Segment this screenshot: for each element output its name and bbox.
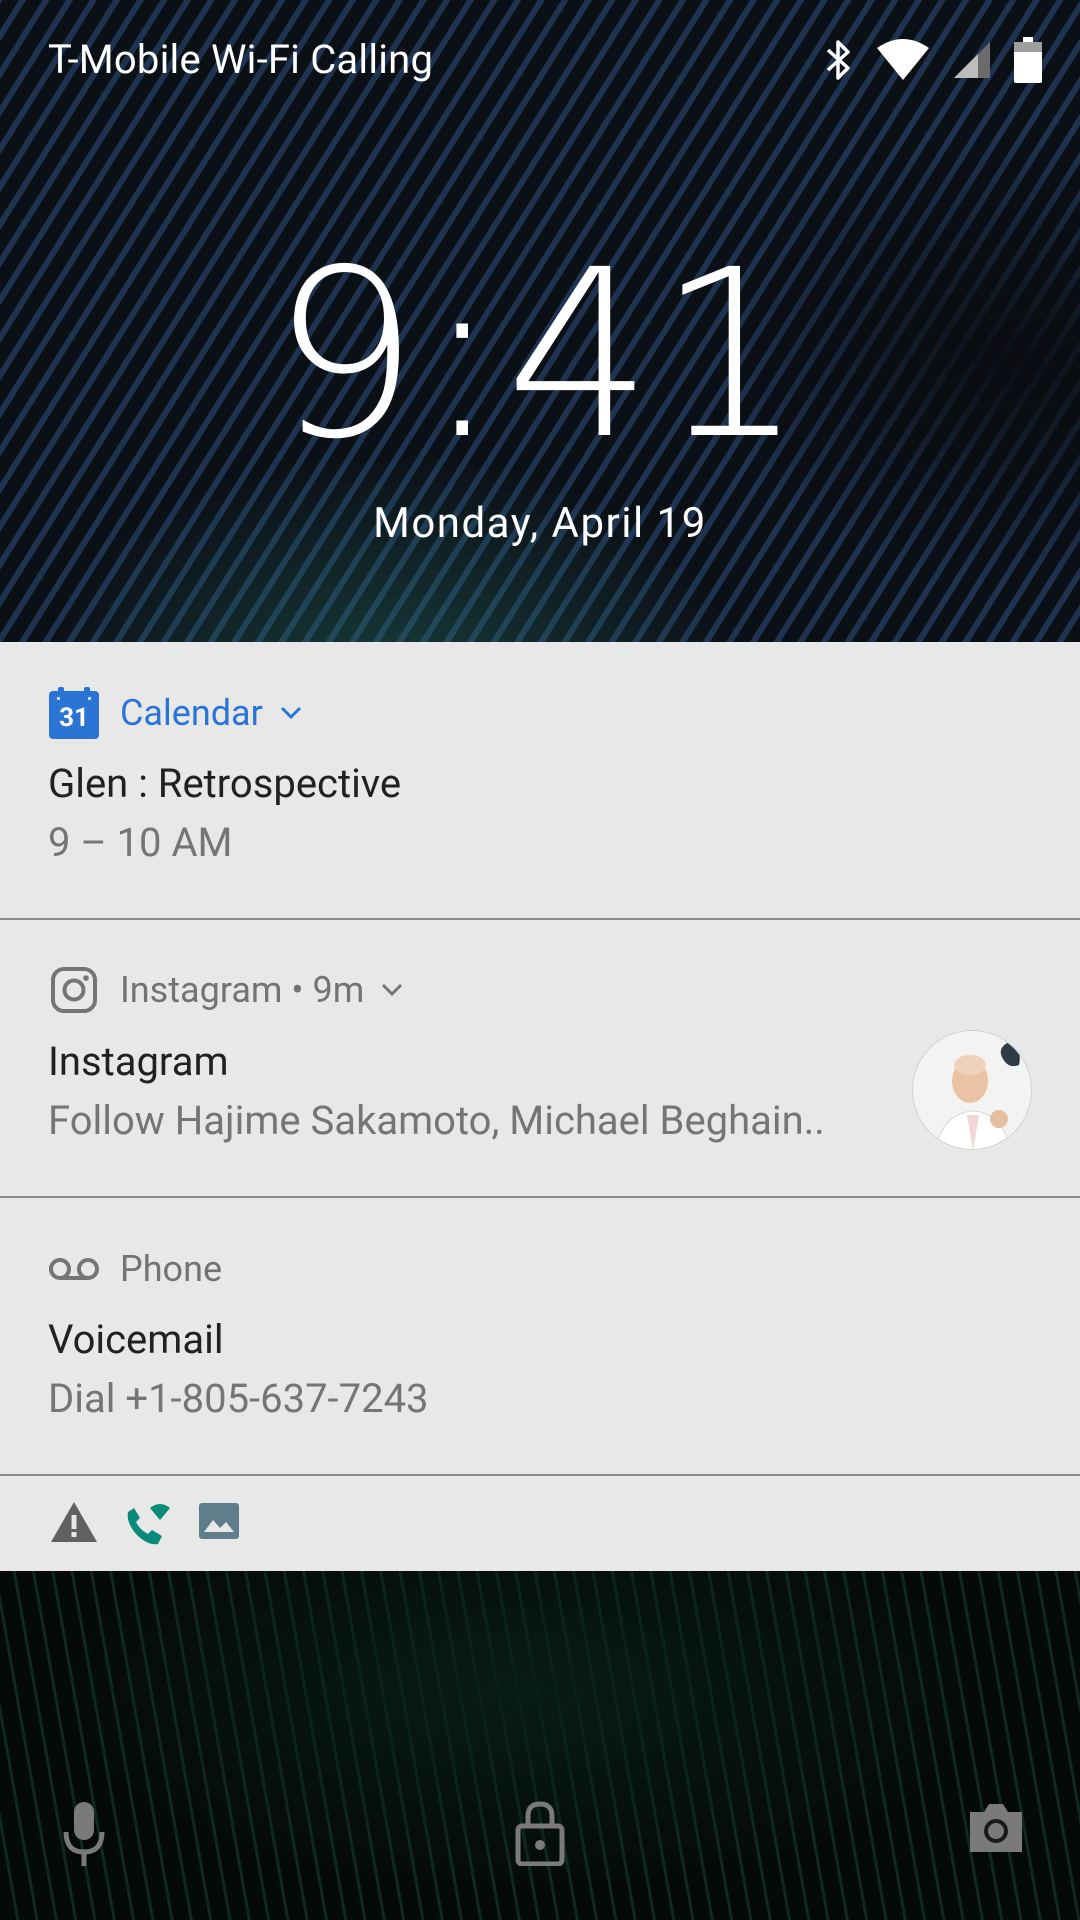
chevron-down-icon[interactable] [380, 982, 404, 998]
notification-time: • 9m [282, 969, 365, 1011]
warning-icon [51, 1502, 97, 1542]
notification-overflow-row[interactable] [0, 1476, 1080, 1571]
image-icon [199, 1503, 239, 1539]
notification-text: Follow Hajime Sakamoto, Michael Beghain.… [48, 1097, 825, 1144]
notification-header: Phone [48, 1242, 222, 1296]
notification-app-name: Phone [120, 1248, 223, 1290]
battery-icon [1014, 37, 1042, 83]
wifi-call-icon [127, 1504, 170, 1545]
calendar-icon: 31 [48, 687, 100, 739]
notification-header: Instagram • 9m [48, 963, 404, 1017]
chevron-down-icon[interactable] [279, 705, 303, 721]
status-icons [824, 36, 1042, 84]
notification-title: Glen : Retrospective [48, 760, 402, 807]
microphone-icon[interactable] [60, 1800, 108, 1868]
instagram-icon [48, 964, 100, 1016]
notification-header: 31 Calendar [48, 686, 303, 740]
lockscreen-clock: 9:41 [271, 220, 809, 490]
voicemail-icon [48, 1243, 100, 1295]
lockscreen-date: Monday, April 19 [373, 499, 707, 548]
notification-title: Instagram [48, 1038, 229, 1085]
notification-title: Voicemail [48, 1316, 224, 1363]
notification-app-name: Calendar [120, 692, 263, 734]
notification-app-name: Instagram [120, 969, 283, 1011]
notification-text: 9 – 10 AM [48, 819, 233, 866]
cellular-signal-icon [954, 42, 990, 78]
wallpaper-bottom [0, 1571, 1080, 1920]
carrier-label: T-Mobile Wi-Fi Calling [48, 36, 434, 83]
camera-icon[interactable] [966, 1800, 1026, 1854]
notification-phone[interactable]: Phone Voicemail Dial +1-805-637-7243 [0, 1198, 1080, 1476]
notification-text: Dial +1-805-637-7243 [48, 1375, 429, 1422]
avatar [912, 1030, 1032, 1150]
notification-calendar[interactable]: 31 Calendar Glen : Retrospective 9 – 10 … [0, 642, 1080, 920]
calendar-icon-day: 31 [59, 703, 89, 733]
wifi-icon [877, 39, 929, 80]
bluetooth-icon [826, 40, 850, 80]
status-bar: T-Mobile Wi-Fi Calling [0, 0, 1080, 120]
notification-instagram[interactable]: Instagram • 9m Instagram Follow Hajime S… [0, 920, 1080, 1198]
lock-icon[interactable] [514, 1800, 566, 1866]
notification-panel: 31 Calendar Glen : Retrospective 9 – 10 … [0, 642, 1080, 1571]
